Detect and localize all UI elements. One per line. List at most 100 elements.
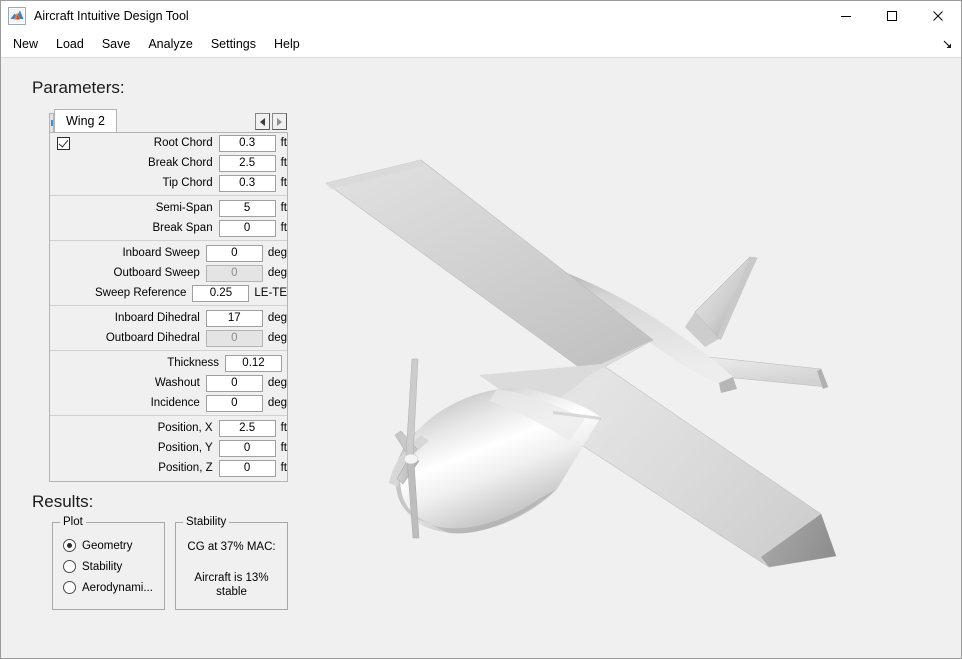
param-unit-inboard-sweep: deg bbox=[267, 247, 287, 259]
param-row-semi-span: Semi-Span ft bbox=[50, 198, 287, 218]
param-row-inboard-dihedral: Inboard Dihedral deg bbox=[50, 308, 287, 328]
menu-item-load[interactable]: Load bbox=[47, 34, 93, 54]
tab-wing-2[interactable]: Wing 2 bbox=[54, 109, 117, 133]
enable-checkbox-wrap[interactable] bbox=[52, 136, 74, 150]
param-label-thickness: Thickness bbox=[167, 357, 219, 369]
stability-group-box: Stability CG at 37% MAC: Aircraft is 13%… bbox=[175, 516, 288, 610]
param-input-root-chord[interactable] bbox=[218, 134, 276, 152]
arrow-corner-icon[interactable] bbox=[939, 36, 955, 52]
triangle-left-icon[interactable] bbox=[255, 113, 270, 130]
param-input-break-chord[interactable] bbox=[218, 154, 276, 172]
tab-strip: Wing 2 bbox=[49, 109, 288, 133]
menu-item-save[interactable]: Save bbox=[93, 34, 140, 54]
aircraft-3d-geometry bbox=[301, 59, 961, 658]
param-row-tip-chord: Tip Chord ft bbox=[50, 173, 287, 193]
param-input-position-y[interactable] bbox=[218, 439, 276, 457]
parameters-heading: Parameters: bbox=[32, 78, 125, 97]
param-label-washout: Washout bbox=[154, 377, 200, 389]
param-unit-semi-span: ft bbox=[280, 202, 287, 214]
parameter-group: Position, X ft Position, Y ft Position, Z ft bbox=[50, 418, 287, 478]
aircraft-3d-viewport[interactable] bbox=[301, 59, 961, 658]
param-input-inboard-dihedral[interactable] bbox=[205, 309, 263, 327]
param-label-outboard-dihedral: Outboard Dihedral bbox=[105, 332, 200, 344]
matlab-membrane-icon bbox=[8, 7, 26, 25]
param-input-thickness[interactable] bbox=[225, 354, 282, 372]
param-row-outboard-sweep: Outboard Sweep deg bbox=[50, 263, 287, 283]
param-input-inboard-sweep[interactable] bbox=[205, 244, 263, 262]
enable-checkbox[interactable] bbox=[56, 136, 70, 150]
menu-item-new[interactable]: New bbox=[4, 34, 47, 54]
param-row-thickness: Thickness bbox=[50, 353, 287, 373]
stability-text-line2: stable bbox=[216, 586, 247, 598]
param-unit-incidence: deg bbox=[267, 397, 287, 409]
param-label-break-chord: Break Chord bbox=[148, 157, 213, 169]
param-input-position-x[interactable] bbox=[218, 419, 276, 437]
plot-group-box: Plot Geometry Stability Aerodynami... bbox=[52, 516, 165, 610]
param-row-position-z: Position, Z ft bbox=[50, 458, 287, 478]
plot-group-title: Plot bbox=[60, 516, 86, 528]
results-heading: Results: bbox=[32, 492, 94, 511]
param-unit-sweep-reference: LE-TE bbox=[254, 287, 287, 299]
radio-aerodynamics-icon[interactable] bbox=[63, 581, 76, 594]
radio-option-aerodynamics[interactable]: Aerodynami... bbox=[63, 577, 164, 598]
param-label-inboard-sweep: Inboard Sweep bbox=[122, 247, 200, 259]
radio-aerodynamics-label: Aerodynami... bbox=[82, 581, 153, 594]
parameter-group: Root Chord ft Break Chord ft Tip Chord ft bbox=[50, 133, 287, 193]
param-input-position-z[interactable] bbox=[218, 459, 276, 477]
param-unit-position-y: ft bbox=[280, 442, 287, 454]
param-unit-outboard-dihedral: deg bbox=[267, 332, 287, 344]
param-row-break-span: Break Span ft bbox=[50, 218, 287, 238]
close-button[interactable] bbox=[915, 1, 961, 31]
group-separator bbox=[50, 350, 287, 351]
menu-item-help[interactable]: Help bbox=[265, 34, 309, 54]
group-separator bbox=[50, 415, 287, 416]
param-unit-break-span: ft bbox=[280, 222, 287, 234]
group-separator bbox=[50, 195, 287, 196]
radio-geometry-label: Geometry bbox=[82, 539, 133, 552]
param-label-tip-chord: Tip Chord bbox=[162, 177, 213, 189]
maximize-button[interactable] bbox=[869, 1, 915, 31]
param-label-position-z: Position, Z bbox=[158, 462, 213, 474]
param-row-root-chord: Root Chord ft bbox=[50, 133, 287, 153]
param-row-position-x: Position, X ft bbox=[50, 418, 287, 438]
param-input-semi-span[interactable] bbox=[218, 199, 276, 217]
param-row-break-chord: Break Chord ft bbox=[50, 153, 287, 173]
triangle-right-icon[interactable] bbox=[272, 113, 287, 130]
param-unit-outboard-sweep: deg bbox=[267, 267, 287, 279]
param-unit-washout: deg bbox=[267, 377, 287, 389]
param-row-outboard-dihedral: Outboard Dihedral deg bbox=[50, 328, 287, 348]
param-input-outboard-sweep bbox=[205, 264, 263, 282]
group-separator bbox=[50, 305, 287, 306]
cg-mac-text: CG at 37% MAC: bbox=[187, 541, 276, 553]
param-label-inboard-dihedral: Inboard Dihedral bbox=[114, 312, 200, 324]
parameter-group: Inboard Sweep deg Outboard Sweep deg Sweep R… bbox=[50, 243, 287, 303]
param-unit-break-chord: ft bbox=[280, 157, 287, 169]
param-label-sweep-reference: Sweep Reference bbox=[94, 287, 187, 299]
menu-item-analyze[interactable]: Analyze bbox=[139, 34, 201, 54]
radio-stability-icon[interactable] bbox=[63, 560, 76, 573]
radio-option-geometry[interactable]: Geometry bbox=[63, 535, 164, 556]
param-row-incidence: Incidence deg bbox=[50, 393, 287, 413]
parameter-group: Semi-Span ft Break Span ft bbox=[50, 198, 287, 238]
param-unit-inboard-dihedral: deg bbox=[267, 312, 287, 324]
param-input-incidence[interactable] bbox=[205, 394, 263, 412]
menu-item-settings[interactable]: Settings bbox=[202, 34, 265, 54]
minimize-button[interactable] bbox=[823, 1, 869, 31]
param-row-sweep-reference: Sweep Reference LE-TE bbox=[50, 283, 287, 303]
param-input-washout[interactable] bbox=[205, 374, 263, 392]
param-input-sweep-reference[interactable] bbox=[192, 284, 250, 302]
radio-option-stability[interactable]: Stability bbox=[63, 556, 164, 577]
radio-geometry-icon[interactable] bbox=[63, 539, 76, 552]
param-input-outboard-dihedral bbox=[205, 329, 263, 347]
group-separator bbox=[50, 240, 287, 241]
param-unit-tip-chord: ft bbox=[280, 177, 287, 189]
radio-stability-label: Stability bbox=[82, 560, 123, 573]
tab-scroll-arrows bbox=[255, 113, 287, 130]
menu-bar: New Load Save Analyze Settings Help bbox=[1, 31, 961, 58]
param-label-root-chord: Root Chord bbox=[153, 137, 213, 149]
application-window: Aircraft Intuitive Design Tool New Load … bbox=[0, 0, 962, 659]
param-input-tip-chord[interactable] bbox=[218, 174, 276, 192]
param-input-break-span[interactable] bbox=[218, 219, 276, 237]
parameters-tab-panel: Wing 2 Root ChordftBreak ChordftTip Chor… bbox=[49, 109, 288, 482]
param-label-incidence: Incidence bbox=[150, 397, 200, 409]
